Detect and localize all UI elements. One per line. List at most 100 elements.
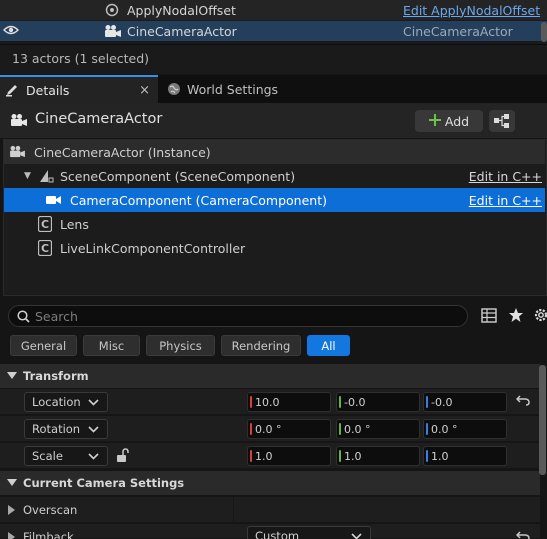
overscan-label: Overscan	[23, 503, 78, 517]
reset-to-default-icon[interactable]	[515, 530, 530, 539]
scale-x-field[interactable]: 1.0	[247, 446, 331, 466]
collapse-arrow-icon[interactable]: ▼	[24, 171, 31, 181]
search-input[interactable]	[35, 308, 455, 324]
rotation-mode-dropdown[interactable]: Rotation	[24, 419, 108, 439]
actor-icon	[104, 3, 120, 17]
location-label: Location	[32, 395, 81, 409]
section-label: Transform	[23, 369, 89, 383]
filter-misc-button[interactable]: Misc	[83, 335, 140, 356]
transform-section-header[interactable]: Transform	[0, 364, 540, 388]
scene-component-icon	[38, 168, 54, 187]
rotation-y-field[interactable]: 0.0 °	[336, 419, 420, 439]
actor-count-text: 13 actors (1 selected)	[12, 51, 150, 66]
location-y-field[interactable]: -0.0	[336, 392, 420, 412]
component-class-icon: C	[37, 215, 53, 235]
camera-actor-icon	[104, 24, 121, 38]
details-scrollbar[interactable]	[539, 365, 546, 475]
camera-icon	[46, 194, 62, 209]
filter-rendering-button[interactable]: Rendering	[221, 335, 301, 356]
outliner-row-cinecameraactor[interactable]: CineCameraActor CineCameraActor	[0, 21, 547, 41]
location-x-field[interactable]: 10.0	[247, 392, 331, 412]
property-row-overscan[interactable]: Overscan	[0, 497, 540, 523]
camera-settings-section-header[interactable]: Current Camera Settings	[0, 471, 540, 495]
tab-details-label: Details	[26, 82, 70, 98]
component-label: CameraComponent (CameraComponent)	[70, 192, 327, 208]
search-icon	[17, 310, 30, 326]
unlock-icon[interactable]	[116, 448, 130, 466]
location-z-field[interactable]: -0.0	[423, 392, 507, 412]
column-divider	[233, 497, 234, 523]
component-label: LiveLinkComponentController	[60, 240, 246, 256]
scale-label: Scale	[32, 449, 63, 463]
component-root-row[interactable]: CineCameraActor (Instance)	[4, 140, 545, 164]
settings-gear-icon[interactable]	[533, 307, 547, 326]
star-icon[interactable]	[508, 307, 524, 326]
component-row-scenecomponent[interactable]: ▼ SceneComponent (SceneComponent) Edit i…	[4, 164, 545, 188]
outliner-item-name: ApplyNodalOffset	[127, 2, 236, 18]
filter-all-button[interactable]: All	[307, 335, 350, 356]
rotation-label: Rotation	[32, 422, 81, 436]
edit-in-cpp-link[interactable]: Edit in C++	[469, 169, 542, 184]
pencil-icon	[5, 83, 19, 100]
component-class-icon: C	[37, 239, 53, 259]
component-row-cameracomponent[interactable]: CameraComponent (CameraComponent) Edit i…	[4, 188, 545, 212]
tab-world-settings-label: World Settings	[187, 81, 279, 97]
expand-arrow-icon[interactable]	[8, 504, 15, 518]
chevron-down-icon	[88, 395, 99, 412]
scale-z-field[interactable]: 1.0	[423, 446, 507, 466]
outliner-panel: ApplyNodalOffset Edit ApplyNodalOffset C…	[0, 0, 547, 44]
outliner-item-name: CineCameraActor	[127, 23, 237, 39]
globe-icon	[167, 82, 181, 99]
component-label: SceneComponent (SceneComponent)	[60, 168, 296, 184]
filmback-label: Filmback	[23, 530, 74, 539]
actor-count-bar: 13 actors (1 selected)	[0, 44, 547, 74]
add-component-button[interactable]: Add	[415, 110, 483, 132]
plus-icon	[428, 113, 441, 129]
scale-mode-dropdown[interactable]: Scale	[24, 446, 108, 466]
filter-physics-button[interactable]: Physics	[146, 335, 215, 356]
camera-actor-icon	[9, 145, 26, 161]
collapse-arrow-icon	[7, 369, 17, 383]
filmback-preset-dropdown[interactable]: Custom	[247, 526, 371, 539]
reset-to-default-icon[interactable]	[515, 394, 530, 410]
blueprint-hierarchy-icon	[494, 114, 510, 131]
property-row-location: Location 10.0 -0.0 -0.0	[0, 389, 540, 415]
camera-actor-icon	[10, 113, 28, 130]
visibility-eye-icon[interactable]	[3, 24, 19, 39]
panel-tab-bar: Details × World Settings	[0, 75, 547, 103]
table-view-icon[interactable]	[481, 308, 497, 326]
rotation-x-field[interactable]: 0.0 °	[247, 419, 331, 439]
location-mode-dropdown[interactable]: Location	[24, 392, 108, 412]
chevron-down-icon	[88, 449, 99, 466]
component-tree: CineCameraActor (Instance) ▼ SceneCompon…	[3, 139, 547, 296]
component-row-lens[interactable]: C Lens	[4, 212, 545, 236]
property-row-rotation: Rotation 0.0 ° 0.0 ° 0.0 °	[0, 416, 540, 442]
tab-details[interactable]: Details ×	[0, 75, 158, 103]
outliner-row-applynodaloffset[interactable]: ApplyNodalOffset Edit ApplyNodalOffset	[0, 0, 547, 20]
collapse-arrow-icon	[7, 476, 17, 490]
chevron-down-icon	[351, 529, 362, 539]
expand-arrow-icon[interactable]	[8, 531, 15, 539]
blueprint-button[interactable]	[489, 110, 515, 132]
edit-blueprint-link[interactable]: Edit ApplyNodalOffset	[403, 3, 540, 18]
rotation-z-field[interactable]: 0.0 °	[423, 419, 507, 439]
outliner-scrollbar[interactable]	[541, 22, 547, 42]
outliner-item-type: CineCameraActor	[403, 23, 513, 39]
svg-text:C: C	[41, 242, 49, 255]
edit-in-cpp-link[interactable]: Edit in C++	[469, 193, 542, 208]
property-row-filmback[interactable]: Filmback Custom	[0, 524, 540, 539]
scale-y-field[interactable]: 1.0	[336, 446, 420, 466]
filter-general-button[interactable]: General	[10, 335, 77, 356]
close-tab-icon[interactable]: ×	[139, 83, 150, 98]
svg-text:C: C	[41, 218, 49, 231]
section-label: Current Camera Settings	[23, 476, 185, 490]
details-header: CineCameraActor Add	[0, 103, 547, 138]
property-row-scale: Scale 1.0 1.0 1.0	[0, 443, 540, 469]
component-row-livelink[interactable]: C LiveLinkComponentController	[4, 236, 545, 260]
tab-world-settings[interactable]: World Settings	[160, 75, 310, 103]
component-root-label: CineCameraActor (Instance)	[34, 144, 211, 160]
chevron-down-icon	[88, 422, 99, 439]
actor-name-title[interactable]: CineCameraActor	[35, 111, 162, 127]
details-search[interactable]	[8, 305, 468, 327]
filmback-value: Custom	[255, 529, 300, 539]
